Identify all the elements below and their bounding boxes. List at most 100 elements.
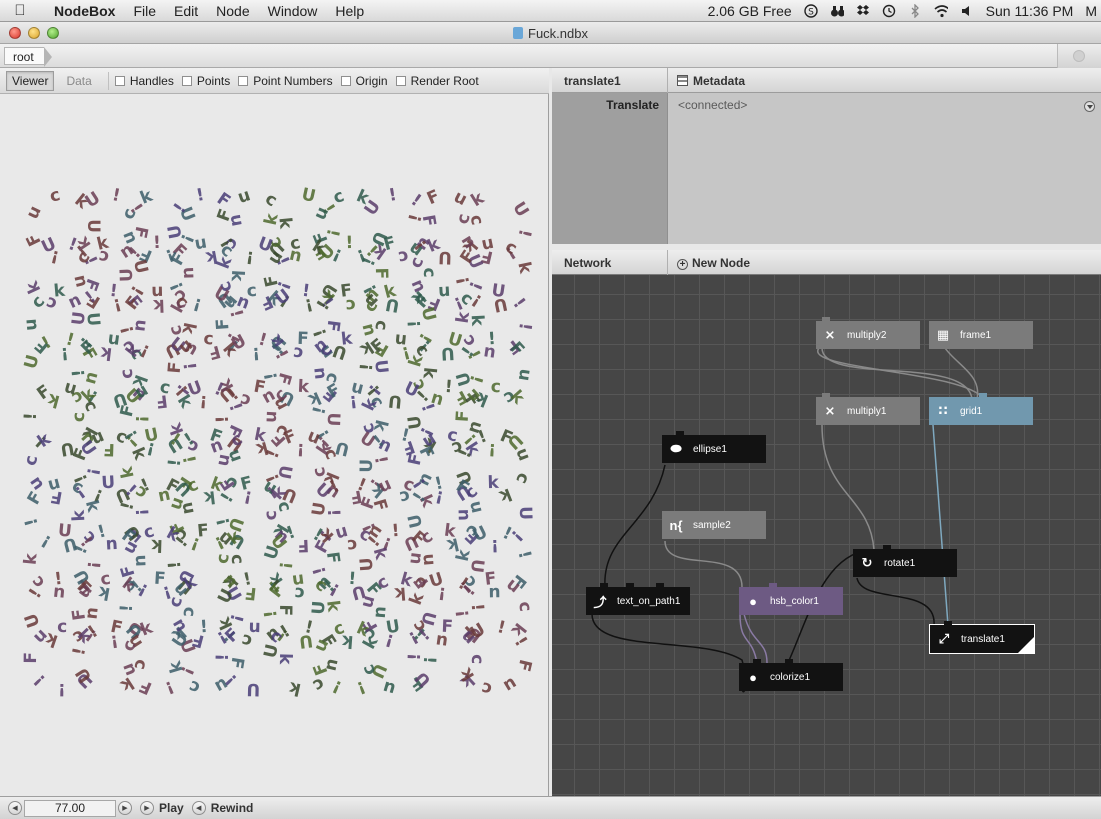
artwork-glyph: U bbox=[300, 184, 318, 206]
menu-file[interactable]: File bbox=[124, 3, 165, 19]
checkbox-box[interactable] bbox=[114, 75, 125, 86]
input-port[interactable] bbox=[822, 393, 830, 397]
wire bbox=[664, 540, 743, 588]
artwork-glyph: c bbox=[514, 600, 535, 612]
time-machine-icon[interactable] bbox=[882, 4, 896, 18]
input-port[interactable] bbox=[600, 583, 608, 587]
input-port[interactable] bbox=[753, 659, 761, 663]
node-rotate1[interactable]: ↻ rotate1 bbox=[853, 545, 957, 577]
metadata-button[interactable]: Metadata bbox=[677, 74, 745, 88]
checkbox-box[interactable] bbox=[395, 75, 406, 86]
artwork-glyph: c bbox=[479, 677, 493, 699]
checkbox-label: Points bbox=[196, 73, 231, 88]
artwork-glyph: c bbox=[186, 676, 203, 698]
window-title-bar: Fuck.ndbx bbox=[0, 22, 1101, 44]
breadcrumb-root[interactable]: root bbox=[4, 47, 52, 67]
artwork-glyph: U bbox=[164, 223, 186, 240]
artwork-glyph: U bbox=[246, 679, 260, 699]
menu-node[interactable]: Node bbox=[207, 3, 258, 19]
frame-increment-button[interactable]: ▶ bbox=[118, 801, 132, 815]
apple-menu-icon[interactable]:  bbox=[0, 2, 40, 19]
node-label: frame1 bbox=[960, 329, 992, 341]
rewind-button[interactable]: ◀ Rewind bbox=[191, 801, 253, 815]
input-port[interactable] bbox=[626, 583, 634, 587]
render-root-checkbox[interactable]: Render Root bbox=[395, 74, 479, 88]
node-frame1[interactable]: ▦ frame1 bbox=[929, 321, 1033, 349]
artwork-glyph: ! bbox=[354, 475, 369, 496]
artwork-glyph: ! bbox=[487, 329, 496, 349]
input-port[interactable] bbox=[979, 393, 987, 397]
input-port[interactable] bbox=[769, 583, 777, 587]
artwork-glyph: U bbox=[387, 390, 403, 411]
frame-number-field[interactable]: 77.00 bbox=[24, 799, 116, 817]
point-numbers-checkbox[interactable]: Point Numbers bbox=[238, 74, 333, 88]
volume-icon[interactable] bbox=[960, 4, 974, 18]
node-grid1[interactable]: ∷ grid1 bbox=[929, 393, 1033, 425]
menu-edit[interactable]: Edit bbox=[165, 3, 207, 19]
artwork-glyph: k bbox=[117, 464, 139, 480]
playback-bar: ◀ 77.00 ▶ ▶ Play ◀ Rewind bbox=[0, 796, 1101, 819]
node-colorize1[interactable]: ● colorize1 bbox=[739, 659, 843, 691]
frame-decrement-button[interactable]: ◀ bbox=[8, 801, 22, 815]
origin-checkbox[interactable]: Origin bbox=[340, 74, 388, 88]
tab-viewer[interactable]: Viewer bbox=[6, 70, 55, 91]
artwork-glyph: F bbox=[21, 652, 41, 664]
node-multiply2[interactable]: ⨯ multiply2 bbox=[816, 317, 920, 349]
param-dropdown-icon[interactable] bbox=[1084, 101, 1095, 112]
artwork-glyph-ring: ck U!!Fu bbox=[453, 473, 535, 555]
artwork-glyph: c bbox=[57, 617, 67, 637]
dropbox-icon[interactable] bbox=[856, 4, 870, 18]
progress-indicator-icon bbox=[1073, 50, 1085, 62]
artwork-glyph: u bbox=[405, 551, 426, 565]
artwork-glyph: ! bbox=[405, 653, 425, 662]
artwork-glyph: U bbox=[83, 219, 103, 233]
node-ellipse1[interactable]: ⬬ ellipse1 bbox=[662, 431, 766, 463]
artwork-glyph: ! bbox=[53, 569, 63, 590]
menu-app-name[interactable]: NodeBox bbox=[40, 3, 124, 19]
hsb-palette-icon: ● bbox=[749, 593, 757, 609]
input-port[interactable] bbox=[944, 621, 952, 625]
binoculars-icon[interactable] bbox=[830, 4, 844, 18]
toolbar-divider bbox=[107, 71, 109, 90]
artwork-glyph: ! bbox=[95, 521, 108, 542]
network-canvas[interactable]: ⨯ multiply2 ▦ frame1 ⨯ multiply1 ∷ grid1… bbox=[552, 275, 1101, 796]
points-checkbox[interactable]: Points bbox=[181, 73, 231, 88]
tab-data[interactable]: Data bbox=[60, 71, 97, 91]
artwork-glyph: u bbox=[453, 509, 473, 522]
node-label: translate1 bbox=[961, 633, 1005, 645]
bluetooth-icon[interactable] bbox=[908, 3, 922, 18]
input-port[interactable] bbox=[676, 431, 684, 435]
node-label: ellipse1 bbox=[693, 443, 727, 455]
input-port[interactable] bbox=[785, 659, 793, 663]
svg-text:S: S bbox=[808, 7, 814, 17]
menu-help[interactable]: Help bbox=[326, 3, 373, 19]
memory-status[interactable]: 2.06 GB Free bbox=[708, 3, 792, 19]
header-divider bbox=[667, 250, 668, 275]
breadcrumb: root bbox=[0, 44, 1101, 68]
viewer-canvas[interactable]: U!!Fuc kFuck U !!!!Fuck Uck U!! FuU!!Fu ckFu… bbox=[0, 94, 548, 796]
node-text-on-path1[interactable]: ⤴ text_on_path1 bbox=[586, 583, 690, 615]
node-multiply1[interactable]: ⨯ multiply1 bbox=[816, 393, 920, 425]
menubar-clock[interactable]: Sun 11:36 PM bbox=[986, 3, 1074, 19]
node-label: colorize1 bbox=[770, 671, 811, 683]
new-node-button[interactable]: + New Node bbox=[677, 256, 750, 270]
artwork-glyph: U bbox=[309, 600, 330, 615]
artwork-glyph: F bbox=[136, 675, 155, 698]
artwork-glyph: ! bbox=[345, 233, 353, 253]
wifi-icon[interactable] bbox=[934, 4, 948, 18]
checkbox-box[interactable] bbox=[181, 75, 192, 86]
artwork-glyph: ! bbox=[165, 560, 186, 570]
play-button[interactable]: ▶ Play bbox=[140, 801, 184, 815]
artwork-glyph: ! bbox=[491, 535, 499, 555]
checkbox-box[interactable] bbox=[340, 75, 351, 86]
input-port[interactable] bbox=[656, 583, 664, 587]
node-sample2[interactable]: n{ sample2 bbox=[662, 511, 766, 539]
node-hsb-color1[interactable]: ● hsb_color1 bbox=[739, 583, 843, 615]
checkbox-box[interactable] bbox=[238, 75, 249, 86]
handles-checkbox[interactable]: Handles bbox=[114, 74, 174, 88]
node-translate1[interactable]: ⤢ translate1 bbox=[929, 621, 1035, 654]
input-port[interactable] bbox=[883, 545, 891, 549]
input-port[interactable] bbox=[822, 317, 830, 321]
skype-icon[interactable]: S bbox=[803, 3, 818, 18]
menu-window[interactable]: Window bbox=[259, 3, 327, 19]
